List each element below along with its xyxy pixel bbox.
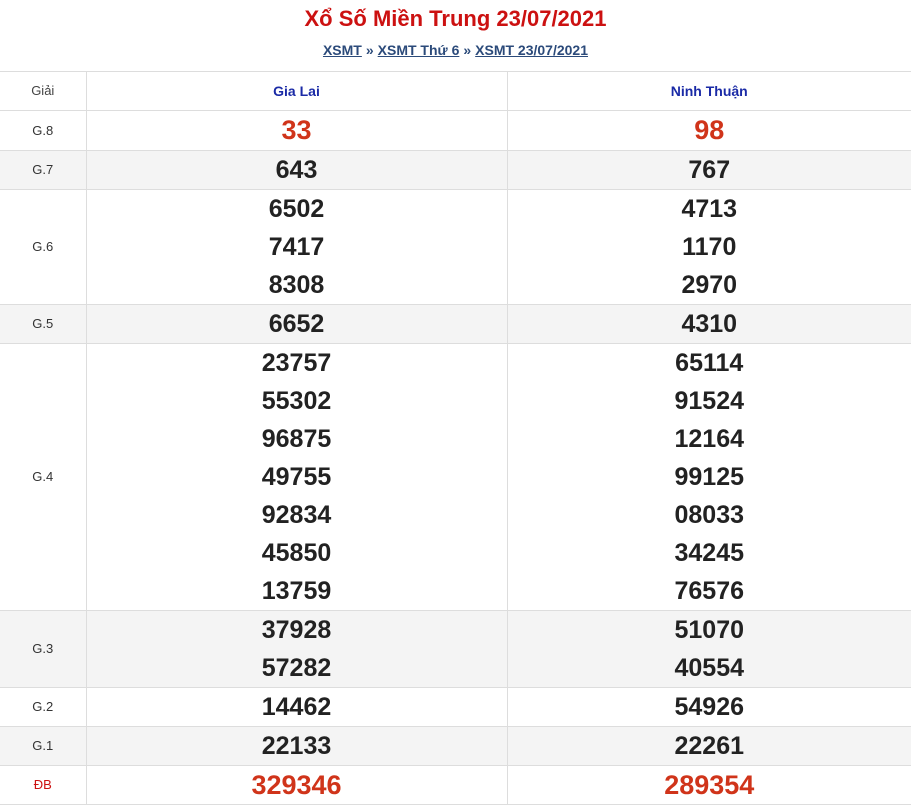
result-number: 7417 bbox=[87, 228, 507, 266]
prize-label: G.3 bbox=[0, 610, 86, 687]
result-number: 767 bbox=[508, 151, 911, 189]
gia-lai-cell: 33 bbox=[86, 110, 507, 150]
prize-label: G.4 bbox=[0, 343, 86, 610]
result-number: 23757 bbox=[87, 344, 507, 382]
result-number: 6502 bbox=[87, 190, 507, 228]
ninh-thuan-cell: 4713 1170 2970 bbox=[507, 189, 911, 304]
column-header-gia-lai[interactable]: Gia Lai bbox=[86, 72, 507, 110]
ninh-thuan-cell: 22261 bbox=[507, 726, 911, 765]
table-row-g8: G.8 33 98 bbox=[0, 110, 911, 150]
ninh-thuan-cell: 98 bbox=[507, 110, 911, 150]
result-number: 98 bbox=[508, 111, 911, 150]
table-row-g3: G.3 37928 57282 51070 40554 bbox=[0, 610, 911, 687]
result-number: 91524 bbox=[508, 382, 911, 420]
breadcrumb: XSMT»XSMT Thứ 6»XSMT 23/07/2021 bbox=[0, 42, 911, 58]
result-number: 92834 bbox=[87, 496, 507, 534]
results-table: Giải Gia Lai Ninh Thuận G.8 33 98 G.7 64… bbox=[0, 72, 911, 805]
result-number: 65114 bbox=[508, 344, 911, 382]
prize-label: G.6 bbox=[0, 189, 86, 304]
breadcrumb-separator: » bbox=[463, 42, 471, 58]
gia-lai-cell: 6502 7417 8308 bbox=[86, 189, 507, 304]
result-number: 643 bbox=[87, 151, 507, 189]
column-header-ninh-thuan[interactable]: Ninh Thuận bbox=[507, 72, 911, 110]
result-number: 22133 bbox=[87, 727, 507, 765]
gia-lai-cell: 23757 55302 96875 49755 92834 45850 1375… bbox=[86, 343, 507, 610]
ninh-thuan-cell: 65114 91524 12164 99125 08033 34245 7657… bbox=[507, 343, 911, 610]
gia-lai-cell: 6652 bbox=[86, 304, 507, 343]
prize-label: G.2 bbox=[0, 687, 86, 726]
table-row-g1: G.1 22133 22261 bbox=[0, 726, 911, 765]
result-number: 22261 bbox=[508, 727, 911, 765]
result-number: 51070 bbox=[508, 611, 911, 649]
gia-lai-cell: 329346 bbox=[86, 765, 507, 804]
result-number: 14462 bbox=[87, 688, 507, 726]
gia-lai-cell: 14462 bbox=[86, 687, 507, 726]
result-number: 6652 bbox=[87, 305, 507, 343]
prize-label: G.1 bbox=[0, 726, 86, 765]
result-number: 34245 bbox=[508, 534, 911, 572]
result-number: 49755 bbox=[87, 458, 507, 496]
result-number: 54926 bbox=[508, 688, 911, 726]
result-number: 8308 bbox=[87, 266, 507, 304]
result-number: 4713 bbox=[508, 190, 911, 228]
gia-lai-cell: 643 bbox=[86, 150, 507, 189]
result-number: 08033 bbox=[508, 496, 911, 534]
column-header-prize: Giải bbox=[0, 72, 86, 110]
result-number: 99125 bbox=[508, 458, 911, 496]
gia-lai-cell: 37928 57282 bbox=[86, 610, 507, 687]
prize-label-special: ĐB bbox=[0, 765, 86, 804]
table-row-g6: G.6 6502 7417 8308 4713 1170 2970 bbox=[0, 189, 911, 304]
result-number: 37928 bbox=[87, 611, 507, 649]
table-row-g4: G.4 23757 55302 96875 49755 92834 45850 … bbox=[0, 343, 911, 610]
ninh-thuan-cell: 767 bbox=[507, 150, 911, 189]
result-number: 45850 bbox=[87, 534, 507, 572]
table-header-row: Giải Gia Lai Ninh Thuận bbox=[0, 72, 911, 110]
ninh-thuan-cell: 4310 bbox=[507, 304, 911, 343]
prize-label: G.7 bbox=[0, 150, 86, 189]
result-number: 4310 bbox=[508, 305, 911, 343]
result-number: 76576 bbox=[508, 572, 911, 610]
breadcrumb-link-xsmt-thu-6[interactable]: XSMT Thứ 6 bbox=[378, 42, 460, 58]
result-number: 96875 bbox=[87, 420, 507, 458]
page-header: Xổ Số Miền Trung 23/07/2021 XSMT»XSMT Th… bbox=[0, 0, 911, 72]
table-row-g7: G.7 643 767 bbox=[0, 150, 911, 189]
table-row-special: ĐB 329346 289354 bbox=[0, 765, 911, 804]
result-number: 57282 bbox=[87, 649, 507, 687]
result-number: 1170 bbox=[508, 228, 911, 266]
page-title: Xổ Số Miền Trung 23/07/2021 bbox=[0, 6, 911, 32]
result-number: 12164 bbox=[508, 420, 911, 458]
table-row-g2: G.2 14462 54926 bbox=[0, 687, 911, 726]
breadcrumb-separator: » bbox=[366, 42, 374, 58]
prize-label: G.8 bbox=[0, 110, 86, 150]
result-number: 2970 bbox=[508, 266, 911, 304]
gia-lai-cell: 22133 bbox=[86, 726, 507, 765]
table-row-g5: G.5 6652 4310 bbox=[0, 304, 911, 343]
result-number: 40554 bbox=[508, 649, 911, 687]
prize-label: G.5 bbox=[0, 304, 86, 343]
ninh-thuan-cell: 289354 bbox=[507, 765, 911, 804]
result-number: 13759 bbox=[87, 572, 507, 610]
result-number: 33 bbox=[87, 111, 507, 150]
result-number: 55302 bbox=[87, 382, 507, 420]
ninh-thuan-cell: 54926 bbox=[507, 687, 911, 726]
breadcrumb-link-xsmt[interactable]: XSMT bbox=[323, 42, 362, 58]
breadcrumb-link-xsmt-date[interactable]: XSMT 23/07/2021 bbox=[475, 42, 588, 58]
ninh-thuan-cell: 51070 40554 bbox=[507, 610, 911, 687]
